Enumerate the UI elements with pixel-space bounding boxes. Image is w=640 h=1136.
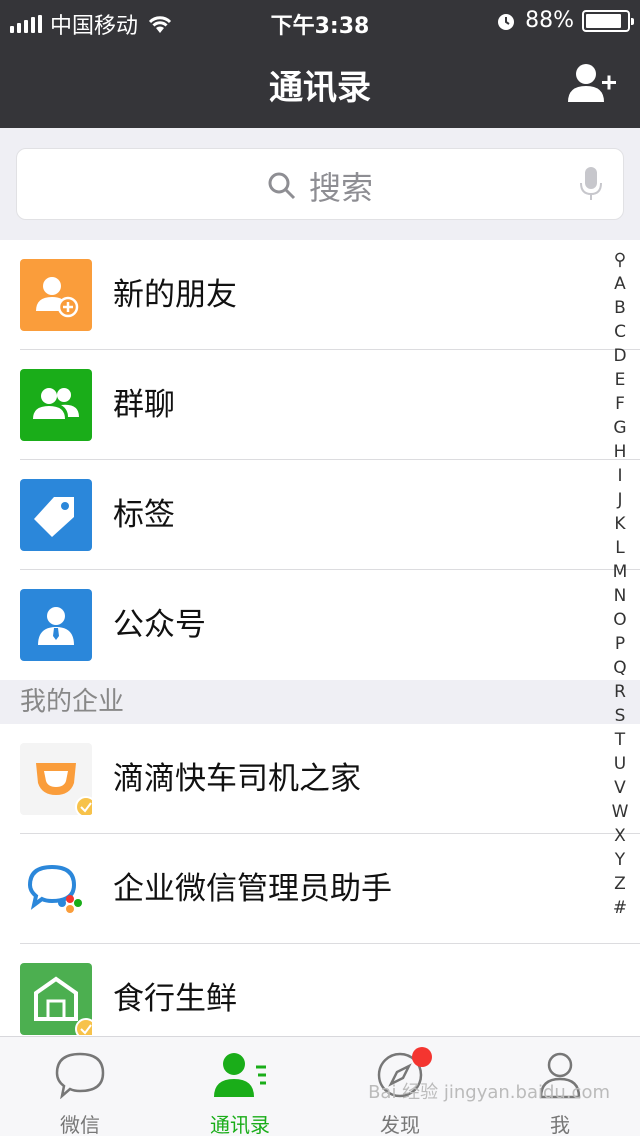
contacts-icon (214, 1053, 266, 1097)
list-item-group-chat[interactable]: 群聊 (0, 350, 640, 460)
search-input[interactable]: 搜索 (16, 148, 624, 220)
index-letter[interactable]: K (614, 512, 625, 536)
tab-contacts[interactable]: 通讯录 (160, 1037, 320, 1136)
tab-chats[interactable]: 微信 (0, 1037, 160, 1136)
didi-icon (20, 743, 92, 815)
index-letter[interactable]: S (615, 704, 626, 728)
list-item-label: 标签 (113, 497, 175, 533)
index-letter[interactable]: L (615, 536, 624, 560)
watermark: Bai 经验 jingyan.baidu.com (368, 1082, 610, 1103)
group-chat-icon (20, 369, 92, 441)
index-letter[interactable]: T (615, 728, 625, 752)
tab-label: 我 (550, 1113, 570, 1136)
tag-icon (20, 479, 92, 551)
list-item-label: 滴滴快车司机之家 (113, 761, 361, 797)
section-header: 我的企业 (0, 680, 640, 724)
index-letter[interactable]: I (617, 464, 622, 488)
index-letter[interactable]: C (614, 320, 626, 344)
notification-badge (412, 1047, 432, 1067)
microphone-icon[interactable] (579, 167, 603, 201)
index-letter[interactable]: E (615, 368, 626, 392)
alphabet-index-bar[interactable]: ⚲ A B C D E F G H I J K L M N O P Q R S T U V W X Y Z # (610, 248, 630, 920)
index-letter[interactable]: F (615, 392, 625, 416)
search-area: 搜索 (0, 128, 640, 238)
fresh-food-icon (20, 963, 92, 1035)
add-contact-icon[interactable] (568, 62, 618, 104)
page-title: 通讯录 (269, 68, 371, 108)
top-bar: 中国移动 下午3:38 88% 通讯录 (0, 0, 640, 128)
enterprise-list: 滴滴快车司机之家 企业微信管理员助手 食行生鲜 (0, 724, 640, 1054)
list-item-enterprise[interactable]: 滴滴快车司机之家 (0, 724, 640, 834)
index-letter[interactable]: P (615, 632, 625, 656)
search-placeholder: 搜索 (308, 169, 373, 207)
index-letter[interactable]: D (613, 344, 626, 368)
list-item-label: 公众号 (113, 607, 206, 643)
index-search-icon[interactable]: ⚲ (614, 248, 626, 272)
tab-label: 发现 (380, 1113, 420, 1136)
index-letter[interactable]: H (614, 440, 627, 464)
index-letter[interactable]: N (614, 584, 627, 608)
status-bar: 中国移动 下午3:38 88% (0, 0, 640, 40)
index-letter[interactable]: Y (615, 848, 625, 872)
alarm-icon (498, 13, 515, 30)
chat-icon (55, 1052, 105, 1099)
list-item-enterprise[interactable]: 企业微信管理员助手 (0, 834, 640, 944)
search-icon (268, 172, 296, 200)
battery-icon (582, 9, 634, 32)
tab-label: 微信 (60, 1113, 100, 1136)
index-letter[interactable]: U (614, 752, 626, 776)
list-item-label: 群聊 (113, 387, 175, 423)
index-letter[interactable]: # (613, 896, 627, 920)
index-letter[interactable]: V (614, 776, 626, 800)
list-item-label: 新的朋友 (113, 277, 237, 313)
index-letter[interactable]: X (614, 824, 626, 848)
index-letter[interactable]: W (612, 800, 629, 824)
index-letter[interactable]: M (613, 560, 628, 584)
list-item-official-accounts[interactable]: 公众号 (0, 570, 640, 680)
index-letter[interactable]: O (613, 608, 626, 632)
function-list: 新的朋友 群聊 标签 公众号 (0, 240, 640, 680)
battery-percent: 88% (525, 8, 574, 33)
index-letter[interactable]: Q (613, 656, 626, 680)
index-letter[interactable]: Z (614, 872, 626, 896)
tab-label: 通讯录 (210, 1113, 270, 1136)
index-letter[interactable]: G (613, 416, 626, 440)
list-item-label: 企业微信管理员助手 (113, 871, 392, 907)
index-letter[interactable]: B (614, 296, 626, 320)
index-letter[interactable]: A (614, 272, 626, 296)
index-letter[interactable]: R (614, 680, 626, 704)
wework-icon (20, 853, 92, 925)
list-item-tags[interactable]: 标签 (0, 460, 640, 570)
index-letter[interactable]: J (617, 488, 622, 512)
official-account-icon (20, 589, 92, 661)
new-friend-icon (20, 259, 92, 331)
list-item-new-friends[interactable]: 新的朋友 (0, 240, 640, 350)
